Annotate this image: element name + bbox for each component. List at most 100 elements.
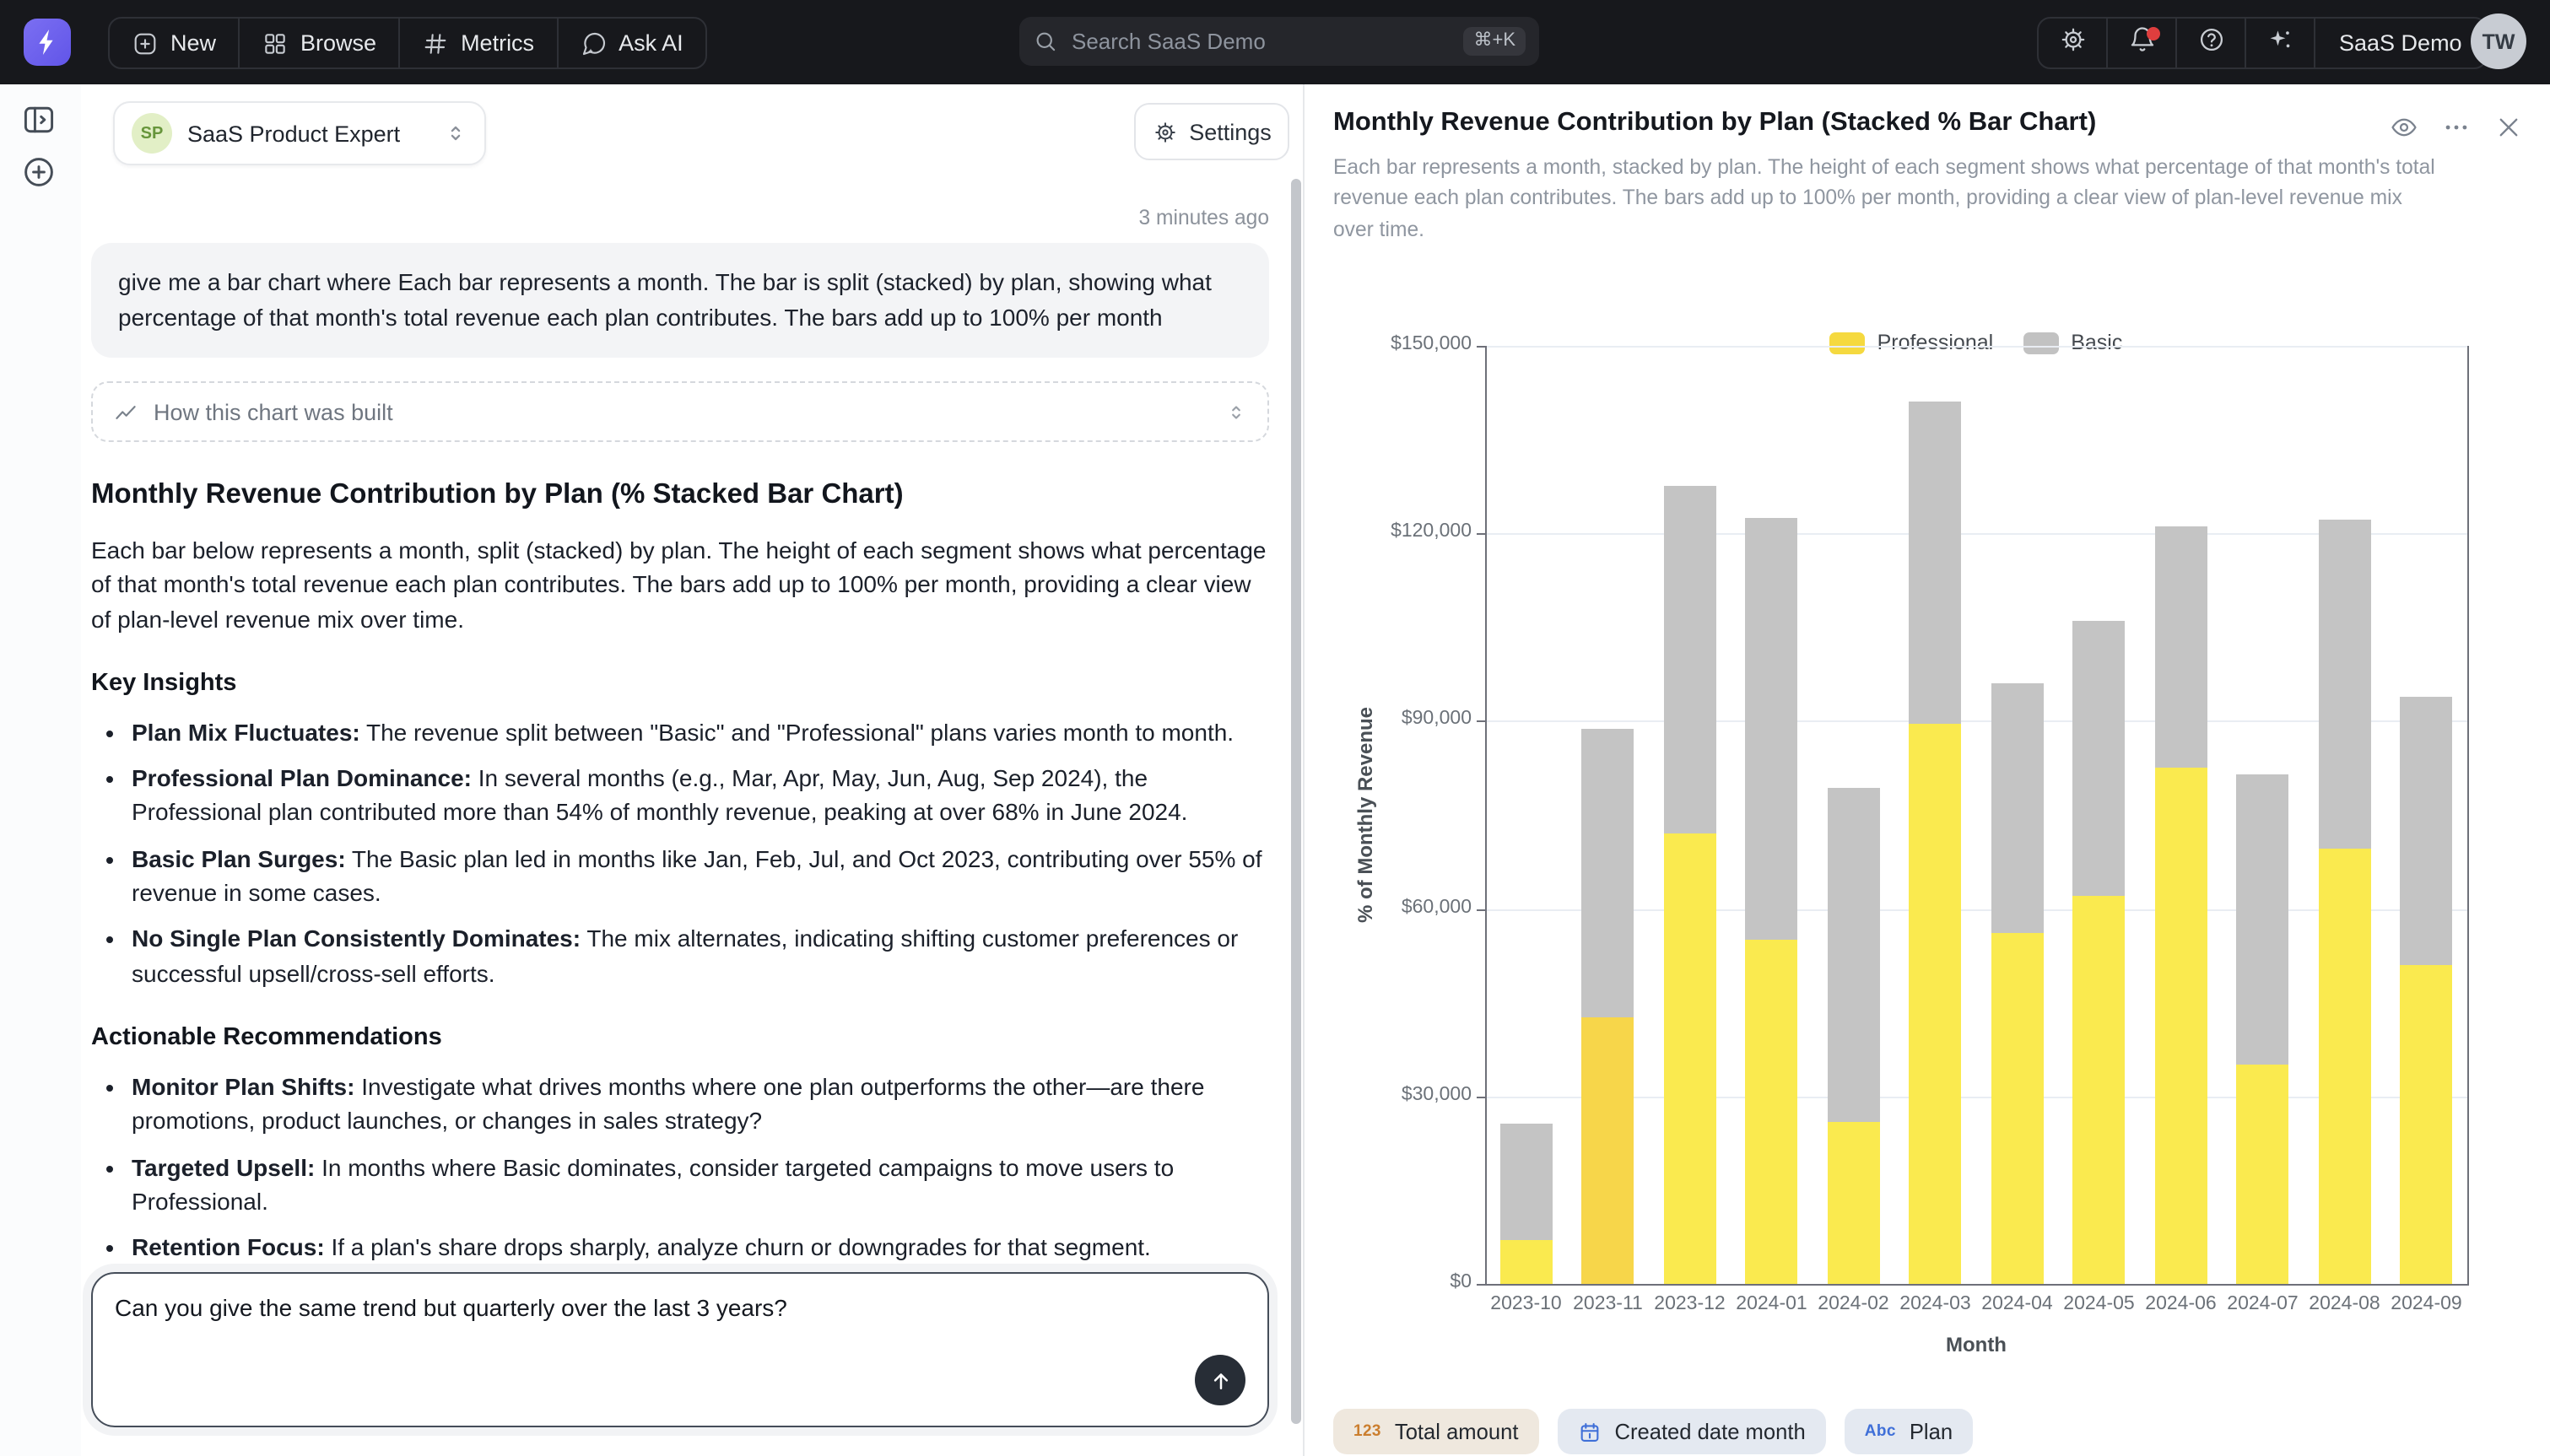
bar-segment-professional-2024-01[interactable]	[1746, 940, 1798, 1284]
y-tick-mark	[1477, 346, 1485, 348]
bar-segment-basic-2024-02[interactable]	[1828, 788, 1880, 1122]
chat-scroll-area: 3 minutes ago give me a bar chart where …	[91, 206, 1269, 1355]
bar-segment-basic-2024-04[interactable]	[1991, 683, 2044, 933]
y-tick-mark	[1477, 909, 1485, 910]
hash-icon	[422, 30, 449, 57]
abc-icon: Abc	[1865, 1422, 1896, 1441]
settings-button[interactable]: Settings	[1134, 103, 1289, 160]
bar-segment-professional-2024-07[interactable]	[2237, 1065, 2289, 1284]
y-tick-label: $90,000	[1353, 709, 1472, 730]
bar-segment-professional-2024-04[interactable]	[1991, 933, 2044, 1284]
ai-sparkles-button[interactable]	[2246, 19, 2315, 67]
new-thread-button[interactable]	[20, 154, 57, 191]
bar-segment-professional-2024-09[interactable]	[2401, 965, 2453, 1284]
stacked-bar-chart: % of Monthly Revenue Month $0$30,000$60,…	[1305, 84, 2550, 1456]
tag-plan[interactable]: Abc Plan	[1845, 1409, 1973, 1454]
x-axis-line	[1485, 1284, 2469, 1286]
chat-scrollbar[interactable]	[1291, 179, 1301, 1424]
insight-item: No Single Plan Consistently Dominates: T…	[132, 922, 1269, 990]
bar-segment-professional-2024-05[interactable]	[2073, 896, 2126, 1284]
left-rail	[0, 84, 83, 1456]
bar-segment-professional-2024-03[interactable]	[1910, 724, 1962, 1284]
tag-total-amount-label: Total amount	[1395, 1419, 1519, 1444]
chat-input-value: Can you give the same trend but quarterl…	[115, 1292, 1183, 1325]
tag-total-amount[interactable]: 123 Total amount	[1333, 1409, 1538, 1454]
arrow-up-icon	[1207, 1367, 1233, 1393]
y-tick-label: $0	[1353, 1272, 1472, 1292]
help-button[interactable]	[2177, 19, 2246, 67]
response-title: Monthly Revenue Contribution by Plan (% …	[91, 479, 1269, 511]
search-icon	[1033, 29, 1058, 54]
bar-segment-professional-2024-02[interactable]	[1828, 1122, 1880, 1284]
nav-button-group: New Browse Metrics Ask AI	[108, 17, 707, 69]
chat-input[interactable]: Can you give the same trend but quarterl…	[91, 1272, 1269, 1427]
number-123-icon: 123	[1353, 1422, 1381, 1441]
recommendation-item: Monitor Plan Shifts: Investigate what dr…	[132, 1070, 1269, 1138]
bar-segment-basic-2023-11[interactable]	[1582, 729, 1634, 1017]
y-tick-label: $150,000	[1353, 334, 1472, 354]
how-chart-built-label: How this chart was built	[154, 399, 1225, 424]
agent-avatar: SP	[132, 113, 172, 154]
how-chart-built-toggle[interactable]: How this chart was built	[91, 381, 1269, 442]
chat-panel: SP SaaS Product Expert Settings 3 minute…	[81, 84, 1303, 1456]
y-tick-mark	[1477, 533, 1485, 535]
bar-segment-basic-2024-06[interactable]	[2155, 526, 2207, 768]
bar-segment-basic-2024-01[interactable]	[1746, 518, 1798, 940]
y-tick-label: $30,000	[1353, 1085, 1472, 1105]
bar-segment-professional-2024-08[interactable]	[2319, 849, 2371, 1284]
chat-sparkle-icon	[580, 30, 607, 57]
toggle-sidebar-button[interactable]	[20, 101, 57, 138]
bar-segment-professional-2023-10[interactable]	[1500, 1240, 1553, 1284]
insight-item: Plan Mix Fluctuates: The revenue split b…	[132, 715, 1269, 750]
app-logo[interactable]	[24, 19, 71, 66]
bar-segment-basic-2023-12[interactable]	[1664, 486, 1716, 833]
bar-segment-professional-2024-06[interactable]	[2155, 768, 2207, 1284]
send-button[interactable]	[1195, 1355, 1245, 1405]
bar-segment-basic-2024-08[interactable]	[2319, 520, 2371, 849]
ask-ai-button[interactable]: Ask AI	[558, 19, 705, 67]
browse-button-label: Browse	[300, 30, 376, 56]
navbar-right-group: SaaS Demo	[2037, 17, 2488, 69]
settings-gear-button[interactable]	[2039, 19, 2108, 67]
field-tags: 123 Total amount Created date month Abc …	[1333, 1409, 1973, 1454]
gear-icon	[2058, 24, 2087, 62]
chart-panel: Monthly Revenue Contribution by Plan (St…	[1303, 84, 2550, 1456]
grid-icon	[262, 30, 289, 57]
bar-segment-professional-2023-12[interactable]	[1664, 833, 1716, 1284]
trend-line-icon	[113, 399, 138, 424]
metrics-button-label: Metrics	[461, 30, 534, 56]
global-search-input[interactable]: Search SaaS Demo ⌘+K	[1019, 17, 1539, 66]
bar-segment-basic-2024-03[interactable]	[1910, 402, 1962, 724]
agent-selector[interactable]: SP SaaS Product Expert	[113, 101, 486, 165]
browse-button[interactable]: Browse	[240, 19, 400, 67]
plus-square-icon	[132, 30, 159, 57]
y-tick-mark	[1477, 1097, 1485, 1098]
y-axis-title: % of Monthly Revenue	[1352, 346, 1379, 1284]
calendar-icon	[1577, 1420, 1601, 1443]
tag-created-date-month[interactable]: Created date month	[1557, 1409, 1825, 1454]
tag-plan-label: Plan	[1910, 1419, 1953, 1444]
sparkles-icon	[2266, 24, 2294, 62]
metrics-button[interactable]: Metrics	[400, 19, 558, 67]
gridline	[1485, 346, 2467, 348]
tag-created-date-month-label: Created date month	[1614, 1419, 1805, 1444]
y-tick-mark	[1477, 1284, 1485, 1286]
bar-segment-basic-2024-05[interactable]	[2073, 621, 2126, 896]
search-shortcut-badge: ⌘+K	[1463, 27, 1526, 56]
user-avatar[interactable]: TW	[2471, 13, 2526, 69]
org-switcher[interactable]: SaaS Demo	[2315, 19, 2486, 67]
y-tick-label: $60,000	[1353, 897, 1472, 917]
lightning-bolt-icon	[32, 27, 62, 57]
chevron-updown-icon	[1225, 401, 1247, 423]
bar-segment-basic-2023-10[interactable]	[1500, 1124, 1553, 1240]
plus-circle-icon	[20, 154, 57, 191]
org-label: SaaS Demo	[2339, 30, 2462, 56]
new-button[interactable]: New	[110, 19, 240, 67]
bar-segment-basic-2024-09[interactable]	[2401, 697, 2453, 965]
notifications-button[interactable]	[2108, 19, 2177, 67]
bar-segment-basic-2024-07[interactable]	[2237, 774, 2289, 1065]
key-insights-heading: Key Insights	[91, 670, 1269, 697]
recommendations-list: Monitor Plan Shifts: Investigate what dr…	[91, 1070, 1269, 1265]
bar-segment-professional-2023-11[interactable]	[1582, 1017, 1634, 1284]
y-tick-mark	[1477, 721, 1485, 723]
